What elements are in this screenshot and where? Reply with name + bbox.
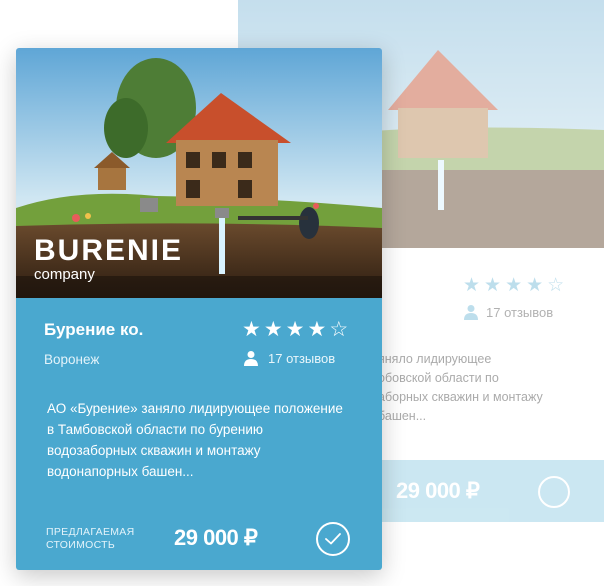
check-icon [325,533,341,545]
company-logo-main: BURENIE [34,234,184,267]
company-card[interactable]: BURENIE company Бурение ко. Воронеж ★ ★ … [16,48,382,570]
reviews-count-back-label: 17 отзывов [486,304,554,320]
company-city: Воронеж [44,352,100,367]
rating-stars: ★ ★ ★ ★ ☆ [242,318,348,342]
star-icon: ★ [285,318,305,341]
select-button[interactable] [316,522,350,556]
cards-stage: ★★★★☆ 17 отзывов яняло лидирующее обовск… [0,0,604,586]
reviews-count-back: 17 отзывов [464,304,553,320]
company-title: Бурение ко. [44,320,144,339]
rating-stars-back: ★★★★☆ [463,275,569,296]
price-label: ПРЕДЛАГАЕМАЯ СТОИМОСТЬ [46,526,135,551]
user-icon [244,351,258,366]
reviews-count[interactable]: 17 отзывов [244,350,335,366]
user-icon [464,305,478,320]
select-button-back[interactable] [538,476,570,508]
price-back: 29 000 ₽ [396,478,480,503]
reviews-count-label: 17 отзывов [268,350,336,366]
price-value: 29 000 ₽ [174,525,258,550]
company-logo: BURENIE company [34,236,183,284]
company-description: АО «Бурение» заняло лидирующее положение… [47,401,343,479]
company-description-back: яняло лидирующее обовской области по або… [378,352,543,423]
star-icon: ★ [263,318,283,341]
star-icon: ★ [307,318,327,341]
star-icon: ★ [242,318,261,341]
star-half-icon: ☆ [329,318,349,341]
company-logo-sub: company [34,266,95,283]
company-photo: BURENIE company [16,48,382,298]
